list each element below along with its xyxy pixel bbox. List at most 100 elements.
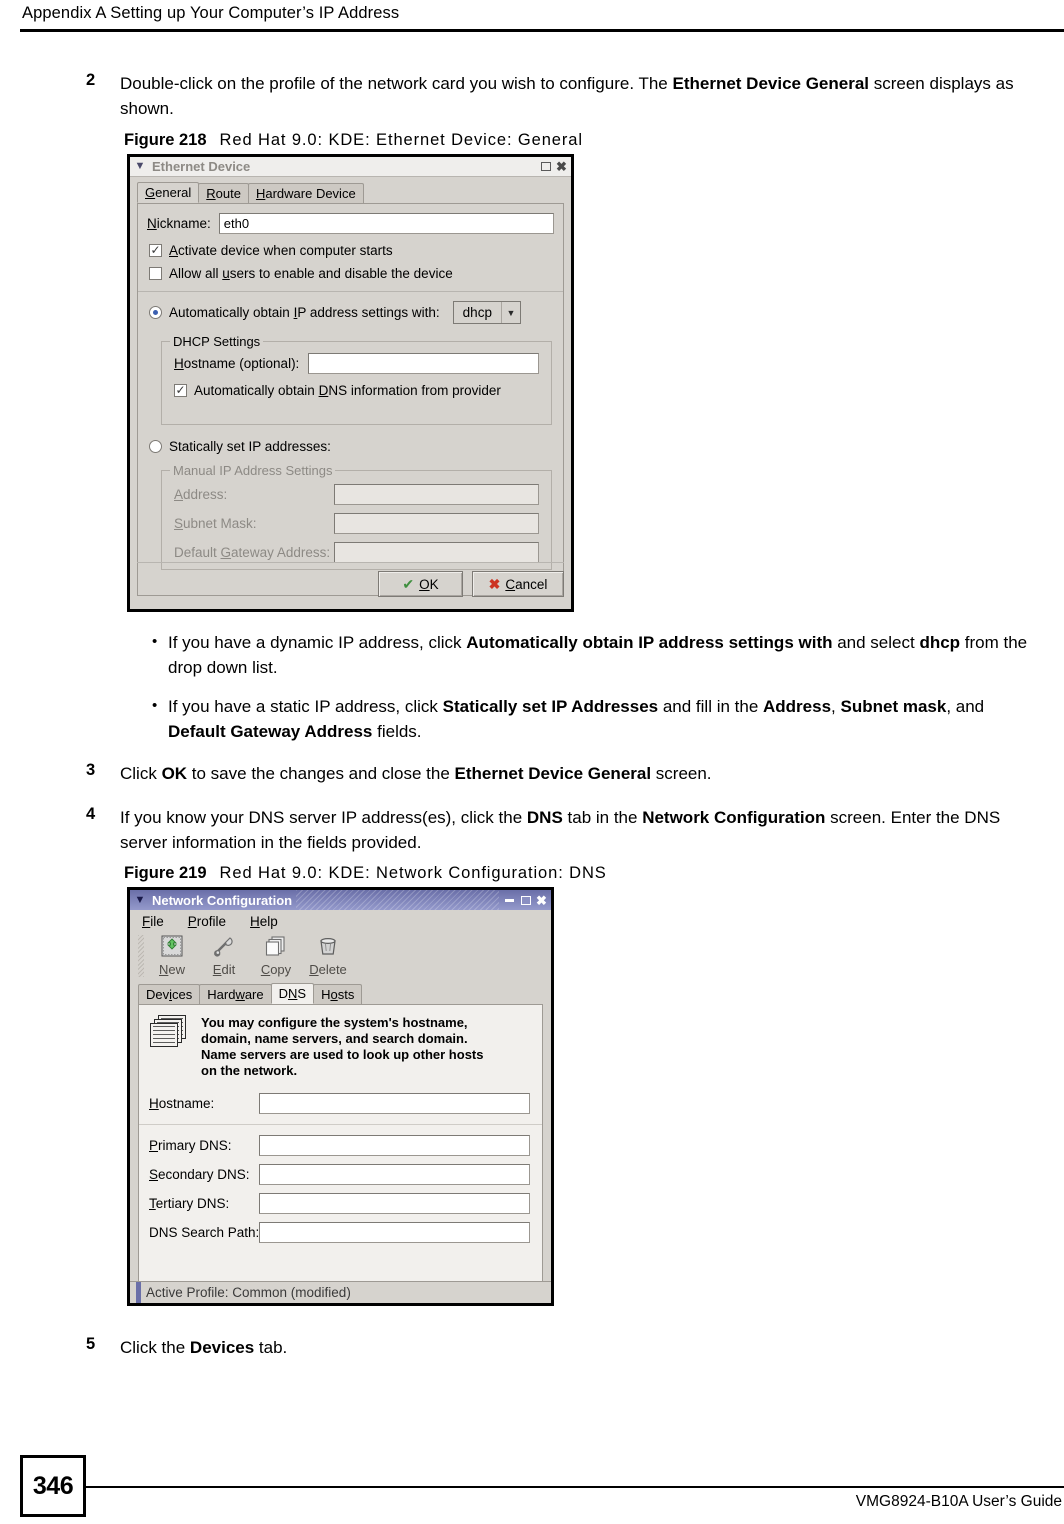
auto-obtain-radio[interactable]	[149, 306, 162, 319]
auto-dns-checkbox[interactable]: ✓	[174, 384, 187, 397]
bullet-2-part-3: ,	[831, 697, 841, 716]
dns-search-path-input[interactable]	[259, 1222, 530, 1243]
tertiary-dns-label: Tertiary DNS:	[149, 1196, 230, 1211]
allow-users-row[interactable]: Allow all users to enable and disable th…	[147, 266, 554, 281]
address-label: Address:	[174, 487, 228, 502]
tertiary-dns-input[interactable]	[259, 1193, 530, 1214]
ethernet-device-window-buttons[interactable]: ✖	[539, 160, 569, 173]
network-config-statusbar: Active Profile: Common (modified)	[130, 1281, 551, 1303]
tab-hardware-device-label: ardware Device	[265, 186, 356, 201]
auto-dns-row[interactable]: ✓ Automatically obtain DNS information f…	[174, 383, 539, 398]
auto-dns-label: Automatically obtain DNS information fro…	[194, 383, 501, 398]
tab-hardware-device[interactable]: Hardware Device	[247, 183, 364, 203]
nickname-row: Nickname: eth0	[147, 213, 554, 234]
minimize-icon[interactable]	[503, 894, 516, 906]
bullet-2-bold-3: Subnet mask	[840, 697, 947, 716]
toolbar-copy-label: Copy	[260, 962, 292, 977]
ethernet-device-window[interactable]: ▼ Ethernet Device ✖ General Route Hardwa…	[127, 154, 574, 612]
ethernet-device-titlebar[interactable]: ▼ Ethernet Device ✖	[130, 157, 571, 177]
network-config-titlebar[interactable]: ▼ Network Configuration ✖	[130, 890, 551, 910]
gateway-input[interactable]	[334, 542, 539, 563]
primary-dns-row: Primary DNS:	[149, 1135, 530, 1156]
nickname-input[interactable]: eth0	[218, 213, 554, 234]
activate-device-label: Activate device when computer starts	[169, 243, 393, 258]
dns-search-path-row: DNS Search Path:	[149, 1222, 530, 1243]
maximize-icon[interactable]	[519, 894, 532, 906]
hostname-label: Hostname:	[149, 1096, 215, 1111]
window-menu-icon[interactable]: ▼	[133, 893, 147, 907]
step-4-text: If you know your DNS server IP address(e…	[120, 805, 1035, 855]
network-config-tabstrip[interactable]: Devices Hardware DNS Hosts	[138, 983, 543, 1005]
hostname-input[interactable]	[259, 1093, 530, 1114]
tab-dns[interactable]: DNS	[270, 983, 315, 1004]
step-5-number: 5	[86, 1335, 96, 1353]
step-5-part-1: Click the	[120, 1338, 190, 1357]
step-2-part-1: Double-click on the profile of the netwo…	[120, 74, 673, 93]
menu-profile[interactable]: Profile	[188, 914, 226, 929]
network-config-window-buttons[interactable]: ✖	[503, 894, 549, 907]
tab-route[interactable]: Route	[198, 183, 249, 203]
allow-users-label: Allow all users to enable and disable th…	[169, 266, 453, 281]
toolbar-edit-button[interactable]: Edit	[200, 932, 248, 977]
bullet-2-bold-1: Statically set IP Addresses	[442, 697, 659, 716]
hostname-row: Hostname (optional):	[174, 353, 539, 374]
step-3-number: 3	[86, 761, 96, 779]
window-menu-icon[interactable]: ▼	[133, 160, 147, 174]
dns-divider	[139, 1124, 542, 1125]
step-2-text: Double-click on the profile of the netwo…	[120, 71, 1030, 121]
check-icon: ✔	[402, 576, 415, 592]
figure-219-caption: Figure 219 Red Hat 9.0: KDE: Network Conf…	[124, 864, 607, 883]
hostname-input[interactable]	[308, 353, 539, 374]
step-4-bold-2: Network Configuration	[642, 808, 826, 827]
step-3-bold-2: Ethernet Device General	[454, 764, 652, 783]
step-2-number: 2	[86, 71, 96, 89]
tab-hosts[interactable]: Hosts	[313, 984, 363, 1004]
step-3-text: Click OK to save the changes and close t…	[120, 761, 1030, 786]
step-5-part-2: tab.	[254, 1338, 288, 1357]
close-icon[interactable]: ✖	[535, 894, 548, 907]
auto-obtain-row[interactable]: Automatically obtain IP address settings…	[147, 301, 554, 324]
subnet-input[interactable]	[334, 513, 539, 534]
general-tab-panel: Nickname: eth0 ✓ Activate device when co…	[137, 204, 564, 596]
tertiary-dns-row: Tertiary DNS:	[149, 1193, 530, 1214]
toolbar-copy-button[interactable]: Copy	[252, 932, 300, 977]
toolbar-grip[interactable]	[138, 935, 144, 977]
static-ip-row[interactable]: Statically set IP addresses:	[147, 439, 554, 454]
bullet-2-part-4: , and	[946, 697, 985, 716]
manual-ip-settings-group: Manual IP Address Settings Address: Subn…	[161, 463, 552, 570]
tab-route-label: oute	[215, 186, 241, 201]
x-icon: ✖	[488, 576, 501, 592]
ethernet-device-tabstrip[interactable]: General Route Hardware Device	[137, 182, 564, 204]
ok-button[interactable]: ✔ OK	[378, 571, 463, 597]
primary-dns-input[interactable]	[259, 1135, 530, 1156]
secondary-dns-input[interactable]	[259, 1164, 530, 1185]
maximize-icon[interactable]	[539, 161, 552, 173]
dns-search-path-label: DNS Search Path:	[149, 1225, 260, 1240]
activate-device-row[interactable]: ✓ Activate device when computer starts	[147, 243, 554, 258]
address-input[interactable]	[334, 484, 539, 505]
static-ip-radio[interactable]	[149, 440, 162, 453]
activate-device-checkbox[interactable]: ✓	[149, 244, 162, 257]
tab-devices[interactable]: Devices	[138, 984, 201, 1004]
nickname-label: Nickname:	[147, 216, 211, 231]
gateway-row: Default Gateway Address:	[174, 542, 539, 563]
allow-users-checkbox[interactable]	[149, 267, 162, 280]
primary-dns-label: Primary DNS:	[149, 1138, 232, 1153]
bullet-2-part-5: fields.	[372, 722, 422, 741]
tab-general[interactable]: General	[137, 182, 200, 203]
menu-file[interactable]: File	[142, 914, 164, 929]
cancel-button[interactable]: ✖ Cancel	[472, 571, 564, 597]
toolbar-delete-button[interactable]: Delete	[304, 932, 352, 977]
close-icon[interactable]: ✖	[555, 160, 568, 173]
protocol-combo[interactable]: dhcp ▼	[452, 301, 521, 324]
network-config-toolbar[interactable]: New Edit Copy Delete	[130, 932, 551, 984]
menu-help[interactable]: Help	[250, 914, 278, 929]
footer-page-number: 346	[32, 1471, 74, 1500]
statusbar-text: Active Profile: Common (modified)	[146, 1285, 351, 1300]
tab-hardware[interactable]: Hardware	[199, 984, 272, 1004]
chevron-down-icon[interactable]: ▼	[502, 302, 520, 323]
network-config-menubar[interactable]: File Profile Help	[130, 910, 551, 932]
toolbar-new-button[interactable]: New	[148, 932, 196, 977]
network-configuration-window[interactable]: ▼ Network Configuration ✖ File Profile H…	[127, 887, 554, 1306]
step-4-number: 4	[86, 805, 96, 823]
